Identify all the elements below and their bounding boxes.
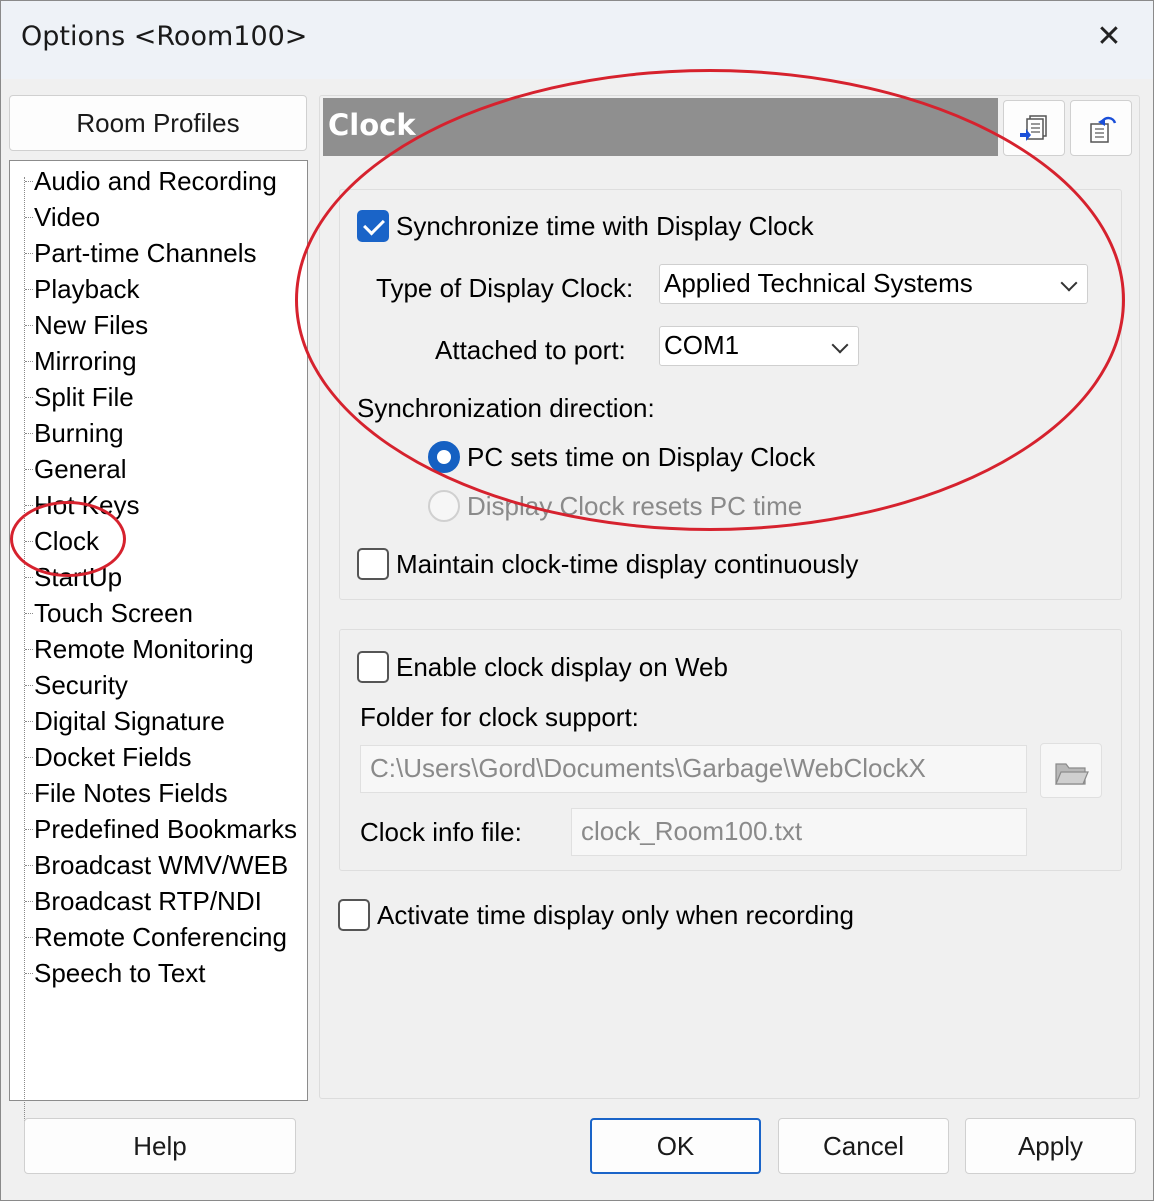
radio-clock-resets-pc-label: Display Clock resets PC time: [467, 491, 803, 521]
tree-connector-line: [24, 177, 25, 1139]
tree-item-touch-screen[interactable]: Touch Screen: [25, 595, 193, 631]
web-display-label: Enable clock display on Web: [396, 652, 728, 682]
port-dropdown[interactable]: COM1: [659, 326, 859, 366]
folder-path-field[interactable]: C:\Users\Gord\Documents\Garbage\WebClock…: [360, 745, 1027, 793]
tree-item-hot-keys[interactable]: Hot Keys: [25, 487, 140, 523]
info-file-field[interactable]: clock_Room100.txt: [571, 808, 1027, 856]
section-title: Clock: [328, 108, 416, 142]
help-button[interactable]: Help: [24, 1118, 296, 1174]
browse-folder-button[interactable]: [1040, 743, 1102, 798]
tree-item-remote-monitoring[interactable]: Remote Monitoring: [25, 631, 254, 667]
activate-when-recording-label: Activate time display only when recordin…: [377, 900, 854, 930]
tree-item-split-file[interactable]: Split File: [25, 379, 134, 415]
clock-type-dropdown[interactable]: Applied Technical Systems: [659, 264, 1088, 304]
chevron-down-icon: [1060, 274, 1078, 292]
radio-pc-sets-time[interactable]: [428, 441, 460, 473]
tree-item-remote-conferencing[interactable]: Remote Conferencing: [25, 919, 287, 955]
chevron-down-icon: [831, 336, 849, 354]
copy-settings-button[interactable]: [1003, 100, 1065, 156]
window-title: Options <Room100>: [21, 21, 308, 52]
info-file-label: Clock info file:: [360, 817, 522, 847]
options-tree: Audio and Recording Video Part-time Chan…: [9, 160, 308, 1139]
sync-time-checkbox[interactable]: [357, 210, 389, 242]
maintain-display-checkbox[interactable]: [357, 548, 389, 580]
tree-item-predefined-bookmarks[interactable]: Predefined Bookmarks: [25, 811, 297, 847]
tree-item-burning[interactable]: Burning: [25, 415, 124, 451]
sync-time-label: Synchronize time with Display Clock: [396, 211, 814, 241]
tree-item-broadcast-rtp-ndi[interactable]: Broadcast RTP/NDI: [25, 883, 262, 919]
tree-item-security[interactable]: Security: [25, 667, 128, 703]
maintain-display-label: Maintain clock-time display continuously: [396, 549, 859, 579]
close-icon[interactable]: ✕: [1079, 11, 1139, 63]
tree-item-broadcast-wmv-web[interactable]: Broadcast WMV/WEB: [25, 847, 288, 883]
restore-settings-icon: [1090, 116, 1117, 143]
radio-pc-sets-time-label: PC sets time on Display Clock: [467, 442, 816, 472]
tree-item-new-files[interactable]: New Files: [25, 307, 148, 343]
folder-icon: [1055, 763, 1089, 785]
tree-item-video[interactable]: Video: [25, 199, 100, 235]
tree-item-startup[interactable]: StartUp: [25, 559, 122, 595]
tree-item-mirroring[interactable]: Mirroring: [25, 343, 137, 379]
tree-item-speech-to-text[interactable]: Speech to Text: [25, 955, 206, 991]
clock-type-label: Type of Display Clock:: [376, 273, 634, 303]
cancel-button[interactable]: Cancel: [778, 1118, 949, 1174]
tree-item-general[interactable]: General: [25, 451, 127, 487]
room-profiles-button[interactable]: Room Profiles: [9, 95, 307, 151]
radio-clock-resets-pc[interactable]: [428, 490, 460, 522]
port-value: COM1: [664, 330, 740, 360]
port-label: Attached to port:: [435, 335, 626, 365]
tree-item-clock[interactable]: Clock: [25, 523, 99, 559]
folder-label: Folder for clock support:: [360, 702, 639, 732]
tree-item-part-time-channels[interactable]: Part-time Channels: [25, 235, 257, 271]
restore-settings-button[interactable]: [1070, 100, 1132, 156]
clock-type-value: Applied Technical Systems: [664, 268, 973, 298]
tree-item-file-notes-fields[interactable]: File Notes Fields: [25, 775, 228, 811]
tree-item-digital-signature[interactable]: Digital Signature: [25, 703, 225, 739]
copy-settings-icon: [1020, 115, 1047, 141]
activate-when-recording-checkbox[interactable]: [338, 899, 370, 931]
tree-item-docket-fields[interactable]: Docket Fields: [25, 739, 192, 775]
tree-item-audio-and-recording[interactable]: Audio and Recording: [25, 163, 277, 199]
tree-item-playback[interactable]: Playback: [25, 271, 140, 307]
section-header: Clock: [323, 98, 998, 156]
apply-button[interactable]: Apply: [965, 1118, 1136, 1174]
sync-direction-label: Synchronization direction:: [357, 393, 655, 423]
title-bar: Options <Room100> ✕: [1, 1, 1153, 79]
web-display-checkbox[interactable]: [357, 651, 389, 683]
ok-button[interactable]: OK: [590, 1118, 761, 1174]
options-dialog: Options <Room100> ✕ Room Profiles Audio …: [0, 0, 1154, 1201]
